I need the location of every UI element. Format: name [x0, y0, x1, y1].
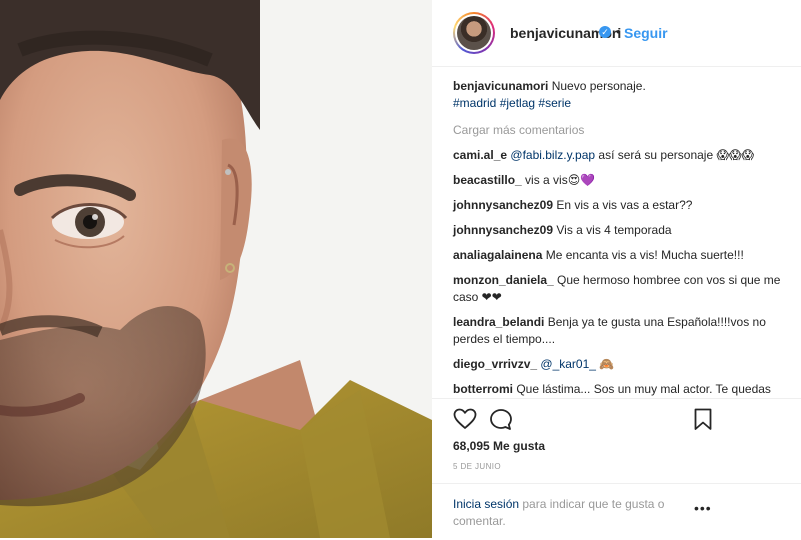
post-side-panel: benjavicunamori ✓ • Seguir benjavicunamo…	[432, 0, 801, 539]
hashtag-link[interactable]: #serie	[538, 96, 571, 110]
post-header: benjavicunamori ✓ • Seguir	[432, 0, 801, 67]
comment-item: beacastillo_ vis a vis😍💜	[453, 172, 783, 189]
comment-item: johnnysanchez09 En vis a vis vas a estar…	[453, 197, 783, 214]
comment-text: vis a vis😍💜	[525, 173, 596, 187]
avatar[interactable]	[453, 12, 495, 54]
login-prompt: Inicia sesión para indicar que te gusta …	[453, 496, 693, 530]
comment-mention[interactable]: @_kar01_	[540, 357, 596, 371]
load-more-comments-button[interactable]: Cargar más comentarios	[453, 123, 783, 137]
separator-dot: •	[616, 24, 621, 39]
caption-username[interactable]: benjavicunamori	[453, 79, 548, 93]
login-prompt-bar: Inicia sesión para indicar que te gusta …	[432, 483, 801, 540]
comment-username[interactable]: cami.al_e	[453, 148, 507, 162]
comment-text: En vis a vis vas a estar??	[556, 198, 693, 212]
comment-username[interactable]: johnnysanchez09	[453, 198, 553, 212]
comment-item: leandra_belandi Benja ya te gusta una Es…	[453, 314, 783, 348]
hashtag-link[interactable]: #madrid	[453, 96, 496, 110]
avatar-image	[457, 16, 491, 50]
follow-button[interactable]: Seguir	[624, 25, 668, 41]
caption: benjavicunamori Nuevo personaje. #madrid…	[453, 78, 783, 112]
comment-username[interactable]: monzon_daniela_	[453, 273, 554, 287]
post-date[interactable]: 5 DE JUNIO	[453, 462, 501, 471]
comment-username[interactable]: analiagalainena	[453, 248, 542, 262]
like-count[interactable]: 68,095 Me gusta	[453, 439, 545, 453]
login-link[interactable]: Inicia sesión	[453, 497, 519, 511]
comment-item: johnnysanchez09 Vis a vis 4 temporada	[453, 222, 783, 239]
photo-illustration	[0, 0, 432, 538]
comment-username[interactable]: johnnysanchez09	[453, 223, 553, 237]
comment-username[interactable]: diego_vrrivzv_	[453, 357, 537, 371]
post-actions: 68,095 Me gusta 5 DE JUNIO Inicia sesión…	[432, 398, 801, 539]
hashtag-link[interactable]: #jetlag	[500, 96, 535, 110]
comments-list: benjavicunamori Nuevo personaje. #madrid…	[453, 78, 783, 398]
comment-icon[interactable]	[489, 408, 513, 432]
more-options-icon[interactable]: •••	[694, 500, 712, 516]
avatar-frame	[455, 14, 493, 52]
comment-item: analiagalainena Me encanta vis a vis! Mu…	[453, 247, 783, 264]
comment-text: así será su personaje 😱😱😱	[595, 148, 754, 162]
caption-text: Nuevo personaje.	[551, 79, 646, 93]
comment-item: diego_vrrivzv_ @_kar01_ 🙈	[453, 356, 783, 373]
comment-text: Me encanta vis a vis! Mucha suerte!!!	[545, 248, 744, 262]
comment-scroll-area[interactable]: benjavicunamori ✓ • Seguir benjavicunamo…	[432, 0, 801, 398]
comment-item: monzon_daniela_ Que hermoso hombree con …	[453, 272, 783, 306]
post-photo	[0, 0, 432, 538]
comment-item: botterromi Que lástima... Sos un muy mal…	[453, 381, 783, 398]
heart-icon[interactable]	[453, 408, 477, 430]
bookmark-icon[interactable]	[694, 408, 712, 431]
comment-username[interactable]: leandra_belandi	[453, 315, 544, 329]
comment-text: 🙈	[595, 357, 615, 371]
comment-item: cami.al_e @fabi.bilz.y.pap así será su p…	[453, 147, 783, 164]
comment-mention[interactable]: @fabi.bilz.y.pap	[510, 148, 595, 162]
comment-username[interactable]: beacastillo_	[453, 173, 522, 187]
comment-text: Vis a vis 4 temporada	[556, 223, 672, 237]
verified-badge-icon: ✓	[599, 26, 611, 38]
comment-username[interactable]: botterromi	[453, 382, 513, 396]
